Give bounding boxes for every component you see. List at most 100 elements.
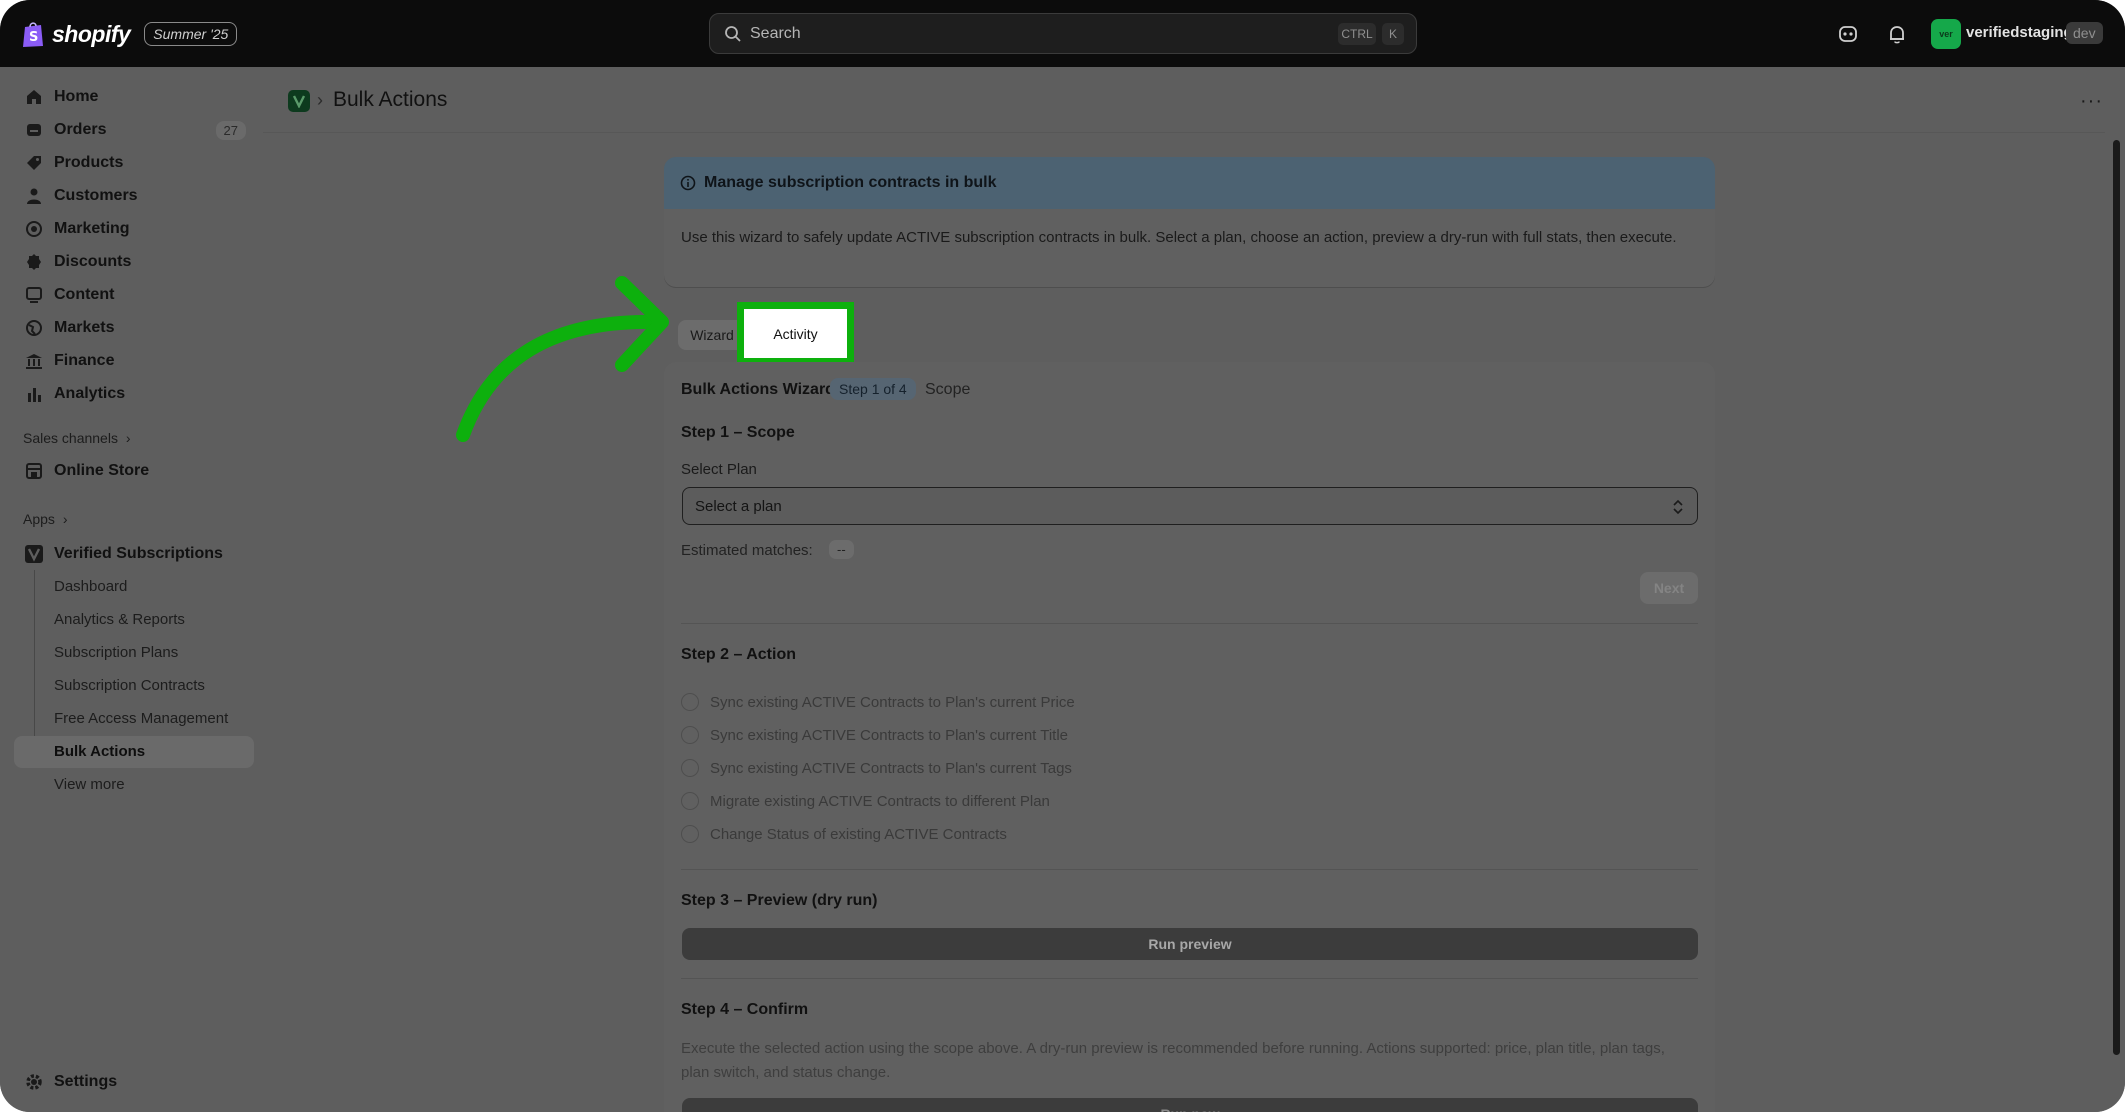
sidebar-item-markets[interactable]: Markets [14,312,254,344]
sidebar-item-label: Analytics [54,385,126,402]
sidebar-item-label: Orders [54,121,107,138]
search-input[interactable]: Search CTRL K [709,13,1417,54]
confirm-description: Execute the selected action using the sc… [681,1040,1665,1081]
select-plan-label: Select Plan [681,461,757,478]
action-option-sync-title[interactable]: Sync existing ACTIVE Contracts to Plan's… [681,724,1068,746]
tree-line [34,570,35,747]
store-avatar[interactable]: ver [1931,19,1961,49]
sidebar-item-label: Marketing [54,220,130,237]
orders-icon [27,124,41,136]
home-icon [27,90,41,104]
sidebar-item-discounts[interactable]: Discounts [14,246,254,278]
sidebar-item-content[interactable]: Content [14,279,254,311]
action-option-label: Change Status of existing ACTIVE Contrac… [710,825,1007,843]
sidebar-subitem-dashboard[interactable]: Dashboard [54,578,127,595]
more-actions-icon[interactable]: ··· [2080,90,2103,113]
discount-icon [27,254,41,270]
chevron-right-icon: › [62,511,68,527]
page-title: Bulk Actions [333,88,448,111]
next-button[interactable]: Next [1640,572,1698,604]
run-now-button[interactable]: Run now [682,1098,1698,1112]
action-option-sync-tags[interactable]: Sync existing ACTIVE Contracts to Plan's… [681,757,1072,779]
info-icon [680,175,696,191]
sidebar-item-label: Discounts [54,253,132,270]
radio-button[interactable] [681,792,699,810]
sidebar-item-home[interactable]: Home [14,81,254,113]
sidebar-item-label: Online Store [54,462,150,479]
annotation-arrow [456,276,669,442]
estimated-matches-label: Estimated matches: [681,542,813,559]
sidebar-subitem-subscription-plans[interactable]: Subscription Plans [54,644,178,661]
sidebar-item-label: Settings [54,1073,118,1090]
top-bar: S shopify Summer '25 Search CTRL K ver v… [0,0,2125,67]
sidebar-item-verified-subscriptions[interactable]: Verified Subscriptions [14,538,254,570]
banner-header: Manage subscription contracts in bulk [664,157,1715,209]
apps-section[interactable]: Apps › [23,511,67,527]
sidebar-item-customers[interactable]: Customers [14,180,254,212]
tag-icon [27,156,41,170]
sales-channels-label: Sales channels [23,430,118,446]
verified-app-icon[interactable] [288,90,310,112]
sidekick-icon[interactable] [1836,22,1860,46]
scrollbar[interactable] [2113,140,2120,1055]
action-option-change-status[interactable]: Change Status of existing ACTIVE Contrac… [681,823,1007,845]
shortcut-ctrl: CTRL [1338,23,1376,45]
tab-wizard[interactable]: Wizard [678,320,746,350]
sidebar-subitem-subscription-contracts[interactable]: Subscription Contracts [54,677,205,694]
chevron-right-icon: › [125,430,131,446]
sidebar-subitem-bulk-actions[interactable]: Bulk Actions [54,743,145,760]
radio-button[interactable] [681,759,699,777]
sidebar-item-products[interactable]: Products [14,147,254,179]
orders-count-badge: 27 [215,120,246,140]
plan-select[interactable]: Select a plan [682,487,1698,525]
action-option-label: Sync existing ACTIVE Contracts to Plan's… [710,726,1069,744]
step3-heading: Step 3 – Preview (dry run) [681,892,878,909]
shopify-bag-icon: S [23,22,43,47]
tab-activity[interactable]: Activity [737,302,854,365]
step1-heading: Step 1 – Scope [681,424,795,441]
sidebar-item-marketing[interactable]: Marketing [14,213,254,245]
person-icon [27,188,41,204]
radio-button[interactable] [681,693,699,711]
step-indicator-badge: Step 1 of 4 [830,378,916,400]
edition-badge: Summer '25 [144,22,238,46]
bell-icon[interactable] [1885,22,1909,46]
breadcrumb-separator: › [317,90,323,110]
wizard-title: Bulk Actions Wizard [681,381,835,398]
sidebar-subitem-analytics-reports[interactable]: Analytics & Reports [54,611,185,628]
step4-heading: Step 4 – Confirm [681,1001,809,1018]
sidebar-item-finance[interactable]: Finance [14,345,254,377]
action-option-migrate-plan[interactable]: Migrate existing ACTIVE Contracts to dif… [681,790,1050,812]
info-banner: Manage subscription contracts in bulk Us… [664,157,1715,287]
action-option-label: Migrate existing ACTIVE Contracts to dif… [710,792,1050,810]
target-icon [26,221,42,237]
brand-name: shopify [52,20,131,47]
radio-button[interactable] [681,726,699,744]
bar-chart-icon [28,388,41,402]
sidebar-subitem-free-access[interactable]: Free Access Management [54,710,228,727]
sidebar-item-label: Content [54,286,115,303]
action-option-label: Sync existing ACTIVE Contracts to Plan's… [710,759,1072,777]
run-preview-button[interactable]: Run preview [682,928,1698,960]
step2-heading: Step 2 – Action [681,646,796,663]
store-name[interactable]: verifiedstaging [1966,24,2073,41]
banner-body: Use this wizard to safely update ACTIVE … [681,229,1677,246]
store-env-badge: dev [2066,22,2103,44]
radio-button[interactable] [681,825,699,843]
action-option-sync-price[interactable]: Sync existing ACTIVE Contracts to Plan's… [681,691,1075,713]
globe-icon [26,320,42,336]
sidebar-item-orders[interactable]: Orders 27 [14,114,254,146]
sidebar-subitem-view-more[interactable]: View more [54,776,125,793]
sidebar-item-label: Products [54,154,124,171]
sidebar-item-online-store[interactable]: Online Store [14,455,254,487]
store-icon [26,463,42,479]
sidebar-item-label: Verified Subscriptions [54,545,223,562]
sidebar-item-settings[interactable]: Settings [14,1066,254,1098]
v-logo-icon [292,95,306,108]
sidebar-item-analytics[interactable]: Analytics [14,378,254,410]
sales-channels-section[interactable]: Sales channels › [23,430,131,446]
sidebar-item-label: Finance [54,352,115,369]
shopify-logo[interactable]: S shopify Summer '25 [22,18,238,50]
sidebar-item-label: Home [54,88,99,105]
shortcut-k: K [1382,23,1404,45]
